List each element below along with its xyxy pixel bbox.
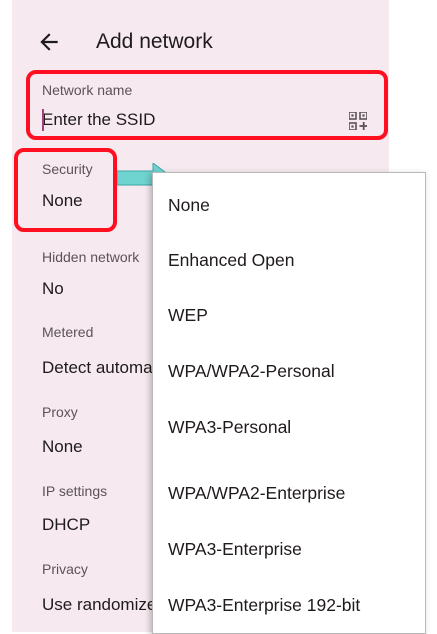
option-wpa3-enterprise-192-bit[interactable]: WPA3-Enterprise 192-bit — [168, 595, 360, 616]
hidden-network-value[interactable]: No — [42, 279, 64, 299]
metered-value[interactable]: Detect automat — [42, 358, 157, 378]
privacy-label: Privacy — [42, 561, 88, 577]
ip-settings-label: IP settings — [42, 483, 108, 499]
arrow-left-icon[interactable] — [36, 29, 62, 55]
hidden-network-label: Hidden network — [42, 249, 140, 265]
security-dropdown-menu: None Enhanced Open WEP WPA/WPA2-Personal… — [152, 172, 426, 634]
option-wpa-wpa2-personal[interactable]: WPA/WPA2-Personal — [168, 361, 335, 382]
option-none[interactable]: None — [168, 195, 210, 216]
option-wpa3-personal[interactable]: WPA3-Personal — [168, 417, 291, 438]
option-enhanced-open[interactable]: Enhanced Open — [168, 250, 295, 271]
option-wpa3-enterprise[interactable]: WPA3-Enterprise — [168, 539, 302, 560]
privacy-value[interactable]: Use randomize — [42, 595, 156, 615]
ssid-highlight-box — [26, 70, 388, 140]
top-app-bar: Add network — [12, 0, 389, 80]
ip-settings-value[interactable]: DHCP — [42, 515, 90, 535]
security-highlight-box — [14, 148, 117, 232]
proxy-label: Proxy — [42, 404, 78, 420]
option-wpa-wpa2-enterprise[interactable]: WPA/WPA2-Enterprise — [168, 483, 345, 504]
proxy-value[interactable]: None — [42, 437, 83, 457]
page-title: Add network — [96, 30, 213, 53]
metered-label: Metered — [42, 324, 94, 340]
option-wep[interactable]: WEP — [168, 305, 208, 326]
